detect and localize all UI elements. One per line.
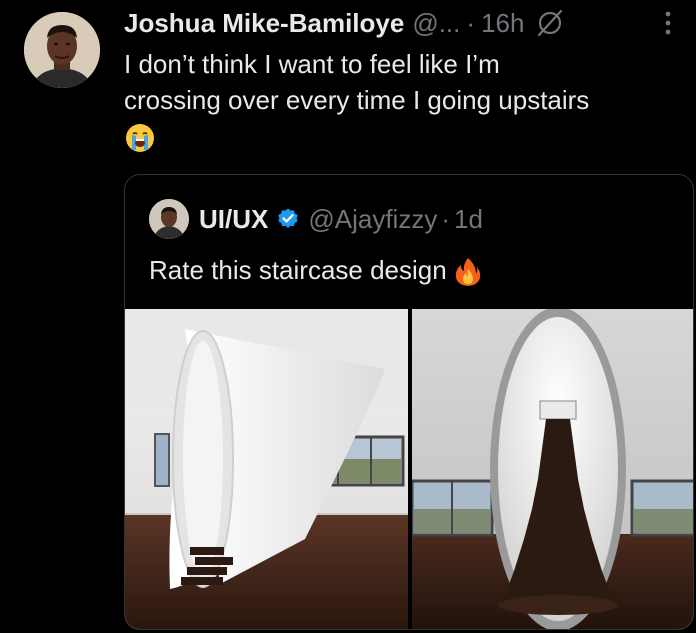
author-avatar[interactable] bbox=[24, 12, 100, 88]
media-image-white-spiral-staircase[interactable] bbox=[125, 309, 408, 629]
media-image-egg-shaped-staircase[interactable] bbox=[412, 309, 693, 629]
separator-dot: · bbox=[466, 7, 476, 38]
quoted-time[interactable]: 1d bbox=[454, 204, 483, 235]
fire-emoji bbox=[454, 257, 482, 287]
quoted-text: Rate this staircase design bbox=[149, 255, 482, 287]
tweet-text-line-1: I don’t think I want to feel like I’m bbox=[124, 49, 500, 79]
grok-icon[interactable] bbox=[534, 7, 566, 39]
quoted-separator-dot: · bbox=[441, 203, 450, 234]
tweet-header: Joshua Mike-Bamiloye @... · 16h bbox=[124, 8, 696, 38]
quoted-text-content: Rate this staircase design bbox=[149, 255, 447, 285]
tweet-text-line-2: crossing over every time I going upstair… bbox=[124, 85, 590, 115]
more-icon[interactable] bbox=[664, 10, 672, 36]
author-handle[interactable]: @... bbox=[412, 8, 460, 39]
verified-icon bbox=[276, 207, 300, 231]
quoted-author-avatar[interactable] bbox=[149, 199, 189, 239]
quoted-header: UI/UX @Ajayfizzy · 1d bbox=[199, 201, 483, 237]
quoted-tweet[interactable]: UI/UX @Ajayfizzy · 1d Rate this staircas… bbox=[124, 174, 694, 630]
quoted-author-handle[interactable]: @Ajayfizzy bbox=[308, 204, 437, 235]
tweet-text: I don’t think I want to feel like I’m cr… bbox=[124, 46, 684, 154]
quoted-author-name[interactable]: UI/UX bbox=[199, 204, 268, 235]
author-name[interactable]: Joshua Mike-Bamiloye bbox=[124, 8, 404, 39]
quoted-media[interactable] bbox=[125, 309, 693, 629]
tweet-time[interactable]: 16h bbox=[481, 8, 524, 39]
loudly-crying-face-emoji bbox=[124, 122, 156, 154]
